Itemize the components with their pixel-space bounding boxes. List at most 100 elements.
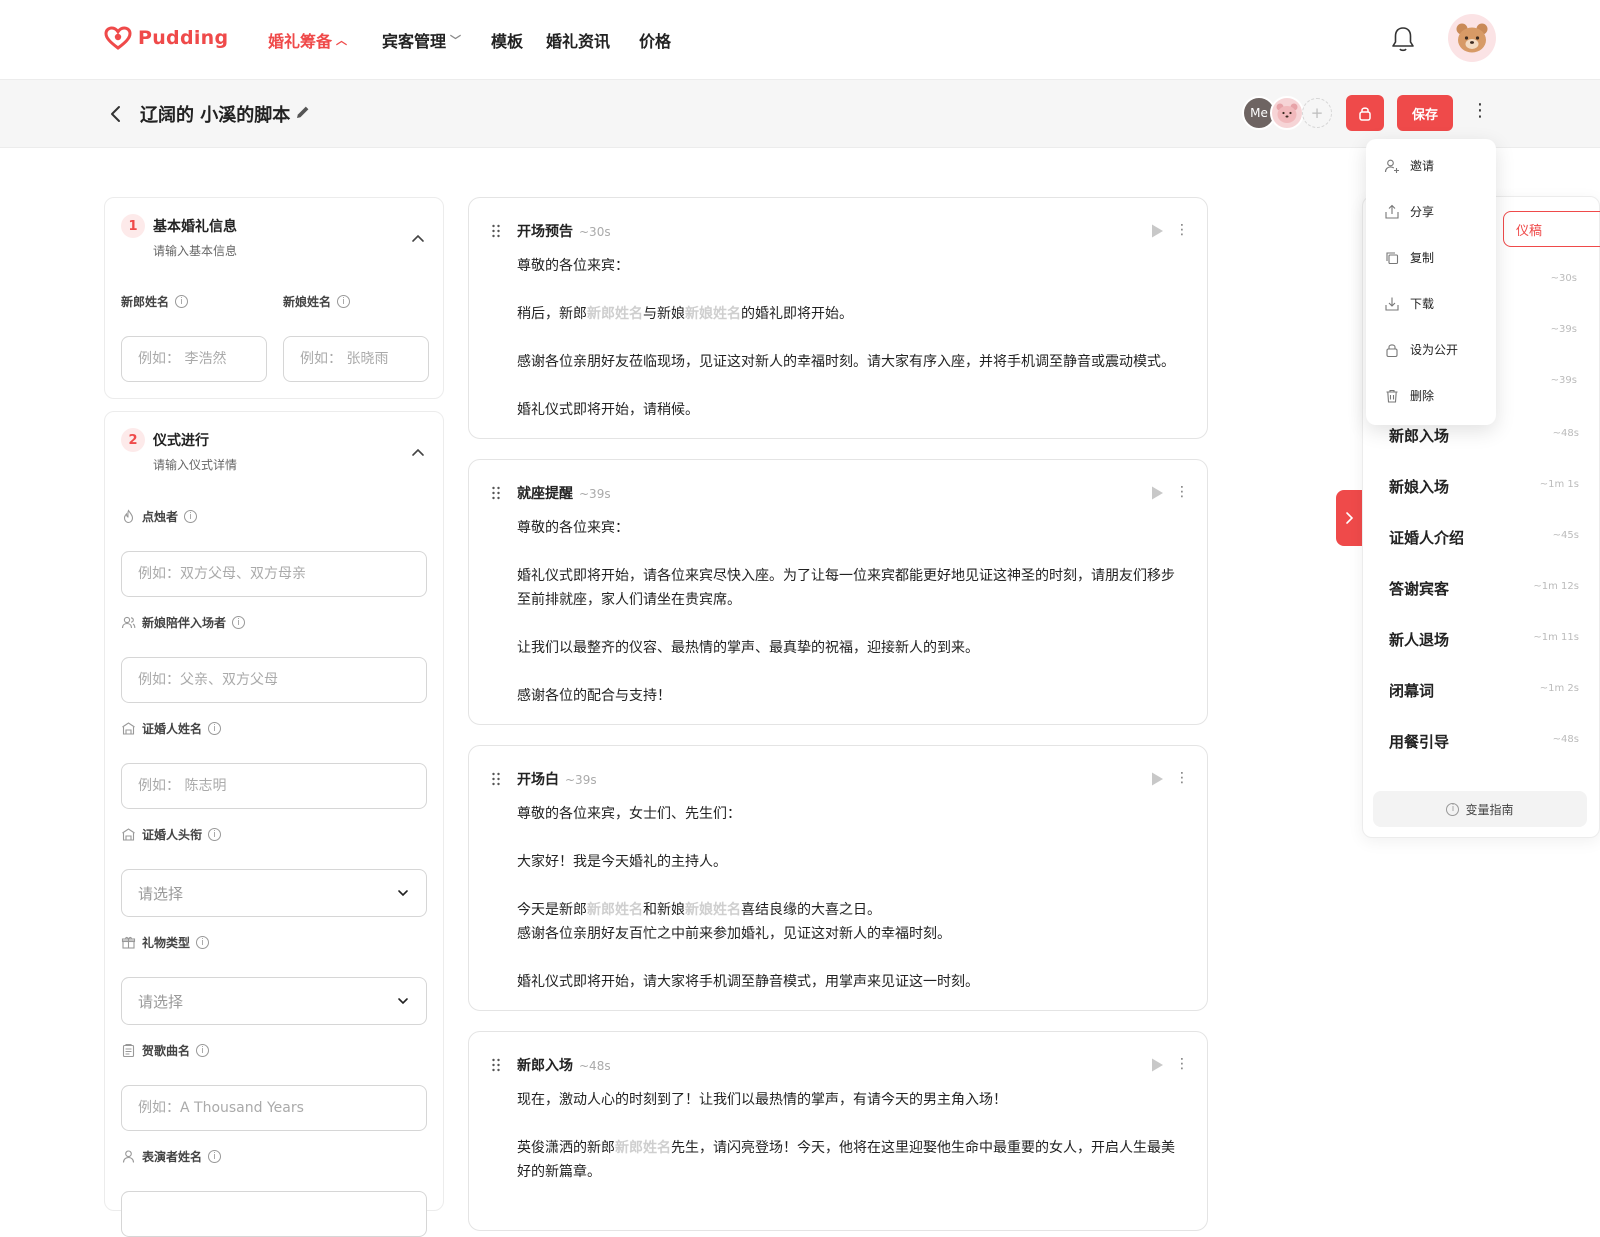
heart-logo-icon [104,26,132,50]
block-more-icon[interactable]: ⋮ [1175,484,1189,500]
section-title: 基本婚礼信息 [153,219,237,235]
outline-item[interactable]: 答谢宾客 ~1m 12s [1389,578,1579,599]
outline-item[interactable]: 闭幕词 ~1m 2s [1389,680,1579,701]
bride-escort-label: 新娘陪伴入场者 i [121,614,246,631]
chevron-up-icon[interactable] [409,444,427,462]
menu-make-public[interactable]: 设为公开 [1384,341,1458,358]
block-body[interactable]: 尊敬的各位来宾： 婚礼仪式即将开始，请各位来宾尽快入座。为了让每一位来宾都能更好地… [517,516,1185,732]
info-icon[interactable]: i [196,936,210,949]
variable-placeholder[interactable]: 新娘姓名 [685,902,741,918]
nav-guest-management[interactable]: 宾客管理 ﹀ [382,28,461,52]
drag-handle-icon[interactable] [491,772,501,786]
variable-placeholder[interactable]: 新郎姓名 [587,902,643,918]
drag-handle-icon[interactable] [491,486,501,500]
block-body[interactable]: 尊敬的各位来宾： 稍后，新郎新郎姓名与新娘新娘姓名的婚礼即将开始。 感谢各位亲朋好友… [517,254,1185,446]
section-title: 仪式进行 [153,433,209,449]
groom-name-input[interactable] [121,336,267,382]
block-body[interactable]: 现在，激动人心的时刻到了！让我们以最热情的掌声，有请今天的男主角入场！ 英俊潇洒的… [517,1088,1185,1208]
block-more-icon[interactable]: ⋮ [1175,1056,1189,1072]
block-paragraph: 现在，激动人心的时刻到了！让我们以最热情的掌声，有请今天的男主角入场！ [517,1092,1007,1108]
info-icon[interactable]: i [337,295,351,308]
play-icon[interactable] [1149,771,1165,787]
play-icon[interactable] [1149,485,1165,501]
gift-type-select[interactable]: 请选择 [121,977,427,1025]
chevron-right-icon [1346,512,1354,524]
info-icon[interactable]: i [175,295,189,308]
outline-duration: ~1m 11s [1533,632,1579,643]
block-paragraph: 英俊潇洒的新郎新郎姓名先生，请闪亮登场！今天，他将在这里迎娶他生命中最重要的女人… [517,1140,1175,1180]
block-paragraph: 尊敬的各位来宾： [517,520,629,536]
song-name-input[interactable] [121,1085,427,1131]
info-icon[interactable]: i [184,510,198,523]
block-paragraph: 今天是新郎新郎姓名和新娘新娘姓名喜结良缘的大喜之日。 [517,902,881,918]
chevron-up-icon[interactable] [409,230,427,248]
info-icon[interactable]: i [208,828,222,841]
menu-download[interactable]: 下载 [1384,295,1434,312]
nav-wedding-news[interactable]: 婚礼资讯 [546,28,610,52]
outline-duration: ~1m 1s [1539,479,1579,490]
info-icon[interactable]: i [208,722,222,735]
info-icon[interactable]: i [208,1150,222,1163]
bride-name-input[interactable] [283,336,429,382]
pencil-icon[interactable] [295,104,311,120]
block-paragraph: 稍后，新郎新郎姓名与新娘新娘姓名的婚礼即将开始。 [517,306,853,322]
drag-handle-icon[interactable] [491,224,501,238]
outline-item[interactable]: 证婚人介绍 ~45s [1389,527,1579,548]
outline-duration: ~30s [1550,273,1577,284]
block-paragraph: 感谢各位亲朋好友百忙之中前来参加婚礼，见证这对新人的幸福时刻。 [517,926,951,942]
chevron-down-icon: ﹀ [450,34,462,47]
info-icon[interactable]: i [232,616,246,629]
nav-templates[interactable]: 模板 [491,28,523,52]
block-more-icon[interactable]: ⋮ [1175,222,1189,238]
block-paragraph: 婚礼仪式即将开始，请大家将手机调至静音模式，用掌声来见证这一时刻。 [517,974,979,990]
officiant-title-select[interactable]: 请选择 [121,869,427,917]
lock-button[interactable] [1346,95,1384,131]
info-icon[interactable]: i [196,1044,210,1057]
nav-wedding-prep[interactable]: 婚礼筹备 ︿ [268,28,347,52]
block-paragraph: 尊敬的各位来宾，女士们、先生们： [517,806,741,822]
drag-handle-icon[interactable] [491,1058,501,1072]
outline-toggle[interactable] [1336,490,1362,546]
section-number: 1 [121,214,145,238]
bride-escort-input[interactable] [121,657,427,703]
more-options-menu: 邀请 分享 复制 下载 设为公开 删除 [1366,139,1496,425]
candle-lighter-input[interactable] [121,551,427,597]
variable-placeholder[interactable]: 新郎姓名 [587,306,643,322]
outline-item[interactable]: 新人退场 ~1m 11s [1389,629,1579,650]
block-paragraph: 让我们以最整齐的仪容、最热情的掌声、最真挚的祝福，迎接新人的到来。 [517,640,979,656]
menu-invite[interactable]: 邀请 [1384,157,1434,174]
add-collaborator-button[interactable]: + [1302,98,1332,128]
nav-label: 婚礼筹备 [268,32,333,51]
outline-item[interactable]: 新郎入场 ~48s [1389,425,1579,446]
bride-name-label: 新娘姓名 i [283,293,351,310]
collaborator-avatar[interactable] [1270,96,1304,130]
bell-icon[interactable] [1390,25,1416,53]
variable-guide-button[interactable]: i 变量指南 [1373,791,1587,827]
outline-mode-button[interactable]: 仪稿 [1503,211,1600,247]
performer-name-input[interactable] [121,1191,427,1237]
block-paragraph: 尊敬的各位来宾： [517,258,629,274]
menu-delete[interactable]: 删除 [1384,387,1434,404]
menu-copy[interactable]: 复制 [1384,249,1434,266]
menu-share[interactable]: 分享 [1384,203,1434,220]
block-duration: ~39s [579,487,611,501]
play-icon[interactable] [1149,1057,1165,1073]
nav-pricing[interactable]: 价格 [639,28,671,52]
outline-item[interactable]: 新娘入场 ~1m 1s [1389,476,1579,497]
back-arrow-icon[interactable] [108,102,124,126]
outline-duration: ~48s [1552,734,1579,745]
more-options-icon[interactable]: ⋮ [1470,100,1490,126]
brand-logo[interactable]: Pudding [104,26,228,50]
block-body[interactable]: 尊敬的各位来宾，女士们、先生们： 大家好！我是今天婚礼的主持人。 今天是新郎新郎姓名… [517,802,1185,1018]
outline-item[interactable]: 用餐引导 ~48s [1389,731,1579,752]
play-icon[interactable] [1149,223,1165,239]
save-button[interactable]: 保存 [1397,95,1453,131]
variable-placeholder[interactable]: 新娘姓名 [685,306,741,322]
script-block: 开场白 ~39s ⋮ 尊敬的各位来宾，女士们、先生们： 大家好！我是今天婚礼的主持人。今… [468,745,1208,1011]
block-more-icon[interactable]: ⋮ [1175,770,1189,786]
outline-duration: ~1m 12s [1533,581,1579,592]
variable-placeholder[interactable]: 新郎姓名 [615,1140,671,1156]
block-duration: ~30s [579,225,611,239]
officiant-name-input[interactable] [121,763,427,809]
user-avatar[interactable] [1448,14,1496,62]
